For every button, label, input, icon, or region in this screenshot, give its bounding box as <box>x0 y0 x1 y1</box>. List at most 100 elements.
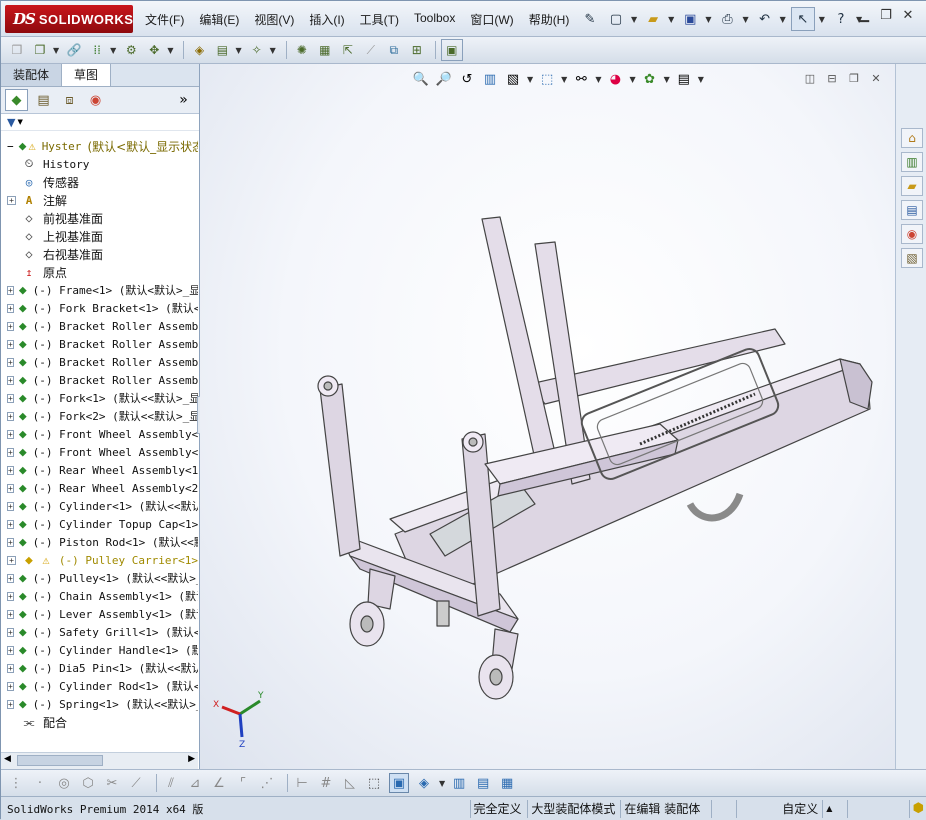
show-hidden-icon[interactable]: ◈ <box>189 40 209 60</box>
tab-sketch[interactable]: 草图 <box>62 64 112 86</box>
assembly-model-view[interactable] <box>200 64 895 769</box>
smart-fasteners-icon[interactable]: ⚙ <box>121 40 141 60</box>
scroll-left-icon[interactable]: ◀ <box>4 754 11 764</box>
tree-component[interactable]: + ◆ (-) Cylinder<1> (默认<<默认 <box>1 497 198 515</box>
save-icon[interactable]: ▣ <box>679 8 701 30</box>
chevron-down-icon[interactable]: ▼ <box>235 46 241 55</box>
chevron-down-icon[interactable]: ▼ <box>742 15 748 24</box>
expand-toggle-icon[interactable]: + <box>7 447 14 457</box>
tree-root-assembly[interactable]: − ◆ ⚠ Hyster (默认<默认_显示状态 <box>1 137 198 155</box>
expand-toggle-icon[interactable]: + <box>7 537 14 547</box>
menu-item[interactable]: Toolbox <box>414 11 455 28</box>
open-folder-icon[interactable]: ▰ <box>642 8 664 30</box>
file-explorer-icon[interactable]: ▰ <box>901 176 923 196</box>
reference-geometry-icon[interactable]: ✧ <box>247 40 267 60</box>
expand-toggle-icon[interactable]: + <box>7 591 14 601</box>
tree-item-原点[interactable]: ↥ 原点 <box>1 263 198 281</box>
smart-dimension-icon[interactable]: ⊢ <box>293 774 311 792</box>
rebuild-icon[interactable]: ⬢ <box>908 799 926 818</box>
tree-component[interactable]: + ◆ (-) Frame<1> (默认<默认>_显 <box>1 281 198 299</box>
status-units[interactable]: 自定义 <box>736 799 822 818</box>
menu-item[interactable]: 编辑(E) <box>199 11 239 28</box>
tree-component[interactable]: + ◆ (-) Fork Bracket<1> (默认<默 <box>1 299 198 317</box>
tree-item-注解[interactable]: + A 注解 <box>1 191 198 209</box>
expand-toggle-icon[interactable]: + <box>7 609 14 619</box>
expand-toggle-icon[interactable]: + <box>7 465 14 475</box>
filter-icon[interactable]: ▼ <box>7 116 15 129</box>
assembly-features-icon[interactable]: ▤ <box>212 40 232 60</box>
menu-item[interactable]: 插入(I) <box>309 11 344 28</box>
expand-toggle-icon[interactable]: + <box>7 195 16 205</box>
chevron-down-icon[interactable]: ▼ <box>270 46 276 55</box>
display-manager-icon[interactable]: ◉ <box>85 90 106 110</box>
expand-toggle-icon[interactable]: + <box>7 627 14 637</box>
chevron-down-icon[interactable]: ▼ <box>631 15 637 24</box>
mirror-icon[interactable]: ⫽ <box>162 774 180 792</box>
print-icon[interactable]: ⎙ <box>716 8 738 30</box>
menu-item[interactable]: 文件(F) <box>145 11 184 28</box>
tree-component[interactable]: + ◆ (-) Pulley<1> (默认<<默认>_ <box>1 569 198 587</box>
select-pointer-icon[interactable]: ↖ <box>790 7 815 31</box>
expand-toggle-icon[interactable]: + <box>7 681 14 691</box>
offset-icon[interactable]: ⊿ <box>186 774 204 792</box>
custom-properties-icon[interactable]: ▧ <box>901 248 923 268</box>
section-icon[interactable]: ▥ <box>450 774 468 792</box>
expand-toggle-icon[interactable]: + <box>7 663 14 673</box>
scroll-thumb[interactable] <box>17 755 103 766</box>
status-units-caret[interactable]: ▲ <box>822 799 847 818</box>
minimize-icon[interactable]: ▁ <box>853 8 875 23</box>
tree-component[interactable]: + ◆ (-) Spring<1> (默认<<默认>_ <box>1 695 198 713</box>
tree-component[interactable]: + ◆ (-) Fork<2> (默认<<默认>_显 <box>1 407 198 425</box>
tree-component[interactable]: + ◆ (-) Cylinder Rod<1> (默认<< <box>1 677 198 695</box>
measure-icon[interactable]: ◺ <box>341 774 359 792</box>
box-icon[interactable]: ⬚ <box>365 774 383 792</box>
interference-detection-icon[interactable]: ⧉ <box>384 40 404 60</box>
expand-toggle-icon[interactable]: + <box>7 411 14 421</box>
menu-item[interactable]: 窗口(W) <box>470 11 513 28</box>
expand-toggle-icon[interactable]: + <box>7 573 14 583</box>
circle-icon[interactable]: ◎ <box>55 774 73 792</box>
expand-toggle-icon[interactable]: + <box>7 555 16 565</box>
chevron-down-icon[interactable]: ▼ <box>668 15 674 24</box>
solidworks-resources-icon[interactable]: ⌂ <box>901 128 923 148</box>
tree-mates[interactable]: ⫘ 配合 <box>1 713 198 731</box>
tree-item-前视基准面[interactable]: ◇ 前视基准面 <box>1 209 198 227</box>
exploded-view-icon[interactable]: ⇱ <box>338 40 358 60</box>
window-tile-icon[interactable]: ▤ <box>474 774 492 792</box>
design-library-icon[interactable]: ▥ <box>901 152 923 172</box>
chevron-down-icon[interactable]: ▼ <box>167 46 173 55</box>
tree-component[interactable]: + ◆ (-) Bracket Roller Assembly <box>1 317 198 335</box>
featuremanager-tree-icon[interactable]: ◆ <box>5 89 28 111</box>
grid-icon[interactable]: # <box>317 774 335 792</box>
tree-component[interactable]: + ◆ ⚠ (-) Pulley Carrier<1> <box>1 551 198 569</box>
expand-toggle-icon[interactable]: + <box>7 519 14 529</box>
clearance-verification-icon[interactable]: ⊞ <box>407 40 427 60</box>
restore-icon[interactable]: ❐ <box>875 8 897 23</box>
expand-toggle-icon[interactable]: + <box>7 357 14 367</box>
tree-component[interactable]: + ◆ (-) Rear Wheel Assembly<2> <box>1 479 198 497</box>
scroll-right-icon[interactable]: ▶ <box>188 754 195 764</box>
explode-line-sketch-icon[interactable]: ⟋ <box>361 40 381 60</box>
pin-icon[interactable]: ✎ <box>579 8 601 30</box>
tree-component[interactable]: + ◆ (-) Chain Assembly<1> (默认 <box>1 587 198 605</box>
trim-icon[interactable]: ✂ <box>103 774 121 792</box>
horizontal-scrollbar[interactable]: ◀ ▶ <box>1 752 198 769</box>
configuration-manager-icon[interactable]: ⧈ <box>59 90 80 110</box>
linear-pattern-icon[interactable]: ⁞⁞ <box>87 40 107 60</box>
move-component-icon[interactable]: ✥ <box>144 40 164 60</box>
expand-toggle-icon[interactable]: + <box>7 285 14 295</box>
tree-component[interactable]: + ◆ (-) Rear Wheel Assembly<1> <box>1 461 198 479</box>
help-icon[interactable]: ? <box>830 8 852 30</box>
graphics-area[interactable]: 🔍 🔎 ↺ ▥ ▧▼ ⬚▼ ⚯▼ ◕▼ ✿▼ ▤▼ ◫ ⊟ ❐ ✕ <box>200 64 895 769</box>
tree-component[interactable]: + ◆ (-) Safety Grill<1> (默认<< <box>1 623 198 641</box>
close-icon[interactable]: ✕ <box>897 8 919 23</box>
tree-component[interactable]: + ◆ (-) Bracket Roller Assembly <box>1 335 198 353</box>
insert-component-icon[interactable]: ❒ <box>7 40 27 60</box>
expand-toggle-icon[interactable]: + <box>7 393 14 403</box>
polygon-icon[interactable]: ⬡ <box>79 774 97 792</box>
angle-icon[interactable]: ∠ <box>210 774 228 792</box>
property-manager-icon[interactable]: ▤ <box>33 90 54 110</box>
chevron-down-icon[interactable]: ▼ <box>53 46 59 55</box>
chevron-down-icon[interactable]: ▼ <box>439 779 445 788</box>
menu-item[interactable]: 工具(T) <box>360 11 399 28</box>
